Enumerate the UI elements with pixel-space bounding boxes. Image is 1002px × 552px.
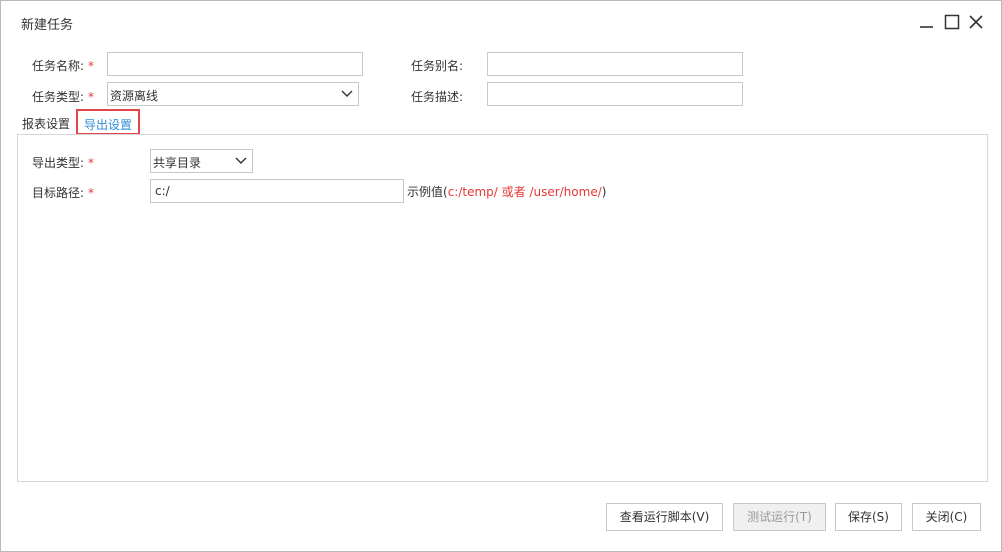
save-button[interactable]: 保存(S) (835, 503, 902, 531)
close-icon[interactable] (967, 13, 985, 31)
maximize-icon[interactable] (943, 13, 961, 31)
view-script-button[interactable]: 查看运行脚本(V) (606, 503, 723, 531)
export-type-value: 共享目录 (153, 156, 202, 170)
task-alias-label: 任务别名: (411, 59, 464, 73)
tab-report-settings[interactable]: 报表设置 (22, 115, 70, 132)
required-mark: * (88, 59, 95, 73)
task-type-value: 资源离线 (110, 89, 159, 103)
target-path-label: 目标路径: * (32, 186, 95, 200)
chevron-down-icon (235, 157, 247, 164)
export-type-select[interactable]: 共享目录 (150, 149, 253, 173)
required-mark: * (88, 186, 95, 200)
minimize-icon[interactable] (918, 13, 936, 31)
required-mark: * (88, 156, 95, 170)
task-alias-input[interactable] (487, 52, 743, 76)
path-example-value: c:/temp/ 或者 /user/home/ (447, 185, 602, 199)
chevron-down-icon (341, 90, 353, 97)
dialog-title: 新建任务 (21, 18, 74, 33)
tab-export-settings[interactable]: 导出设置 (76, 109, 140, 135)
title-bar: 新建任务 (1, 1, 1001, 43)
task-desc-input[interactable] (487, 82, 743, 106)
export-type-label: 导出类型: * (32, 156, 95, 170)
task-desc-label: 任务描述: (411, 90, 464, 104)
task-name-label: 任务名称: * (32, 59, 95, 73)
task-type-label: 任务类型: * (32, 90, 95, 104)
task-name-input[interactable] (107, 52, 363, 76)
new-task-dialog: 新建任务 任务名称: * 任务别名: 任务类型: * 资源离线 任务描述: 报表设置… (0, 0, 1002, 552)
required-mark: * (88, 90, 95, 104)
target-path-input[interactable] (150, 179, 404, 203)
close-button[interactable]: 关闭(C) (912, 503, 981, 531)
path-example-hint: 示例值(c:/temp/ 或者 /user/home/) (407, 185, 607, 199)
test-run-button[interactable]: 测试运行(T) (733, 503, 826, 531)
task-type-select[interactable]: 资源离线 (107, 82, 359, 106)
